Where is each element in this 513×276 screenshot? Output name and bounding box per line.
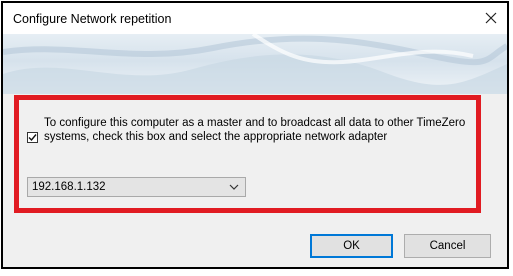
close-icon <box>485 12 497 24</box>
checkmark-icon <box>28 134 37 142</box>
chevron-down-icon <box>229 184 239 190</box>
broadcast-description: To configure this computer as a master a… <box>44 117 466 143</box>
title-bar: Configure Network repetition <box>3 3 507 34</box>
header-banner <box>3 34 507 94</box>
cancel-button[interactable]: Cancel <box>404 234 491 258</box>
dialog-title: Configure Network repetition <box>13 12 172 26</box>
network-adapter-value: 192.168.1.132 <box>32 181 106 193</box>
network-adapter-select[interactable]: 192.168.1.132 <box>27 177 246 197</box>
banner-artwork <box>3 34 507 94</box>
close-button[interactable] <box>479 7 503 29</box>
ok-button[interactable]: OK <box>310 234 393 258</box>
broadcast-checkbox[interactable] <box>27 132 38 143</box>
